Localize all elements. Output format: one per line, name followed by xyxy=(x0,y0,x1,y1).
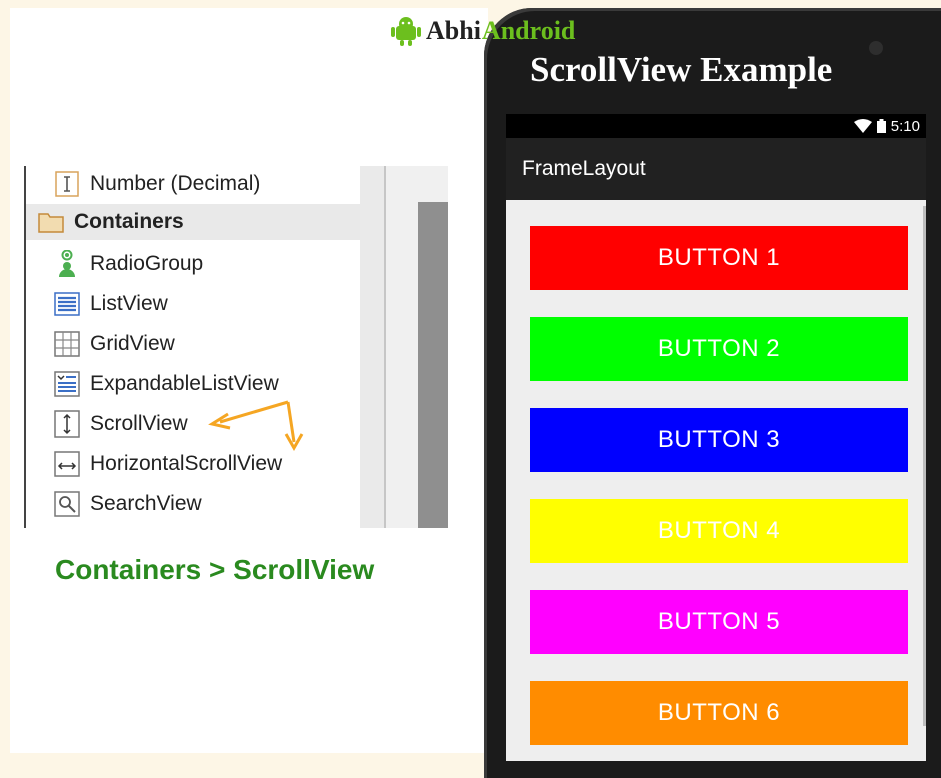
palette-item-searchview[interactable]: SearchView xyxy=(26,486,360,522)
button-2[interactable]: BUTTON 2 xyxy=(530,317,908,381)
horizontal-arrows-icon xyxy=(54,451,80,477)
abhiandroid-logo: Abhi Android xyxy=(390,14,575,48)
palette-category-label: Containers xyxy=(74,210,184,233)
palette-item-label: ListView xyxy=(90,292,168,315)
vertical-arrows-icon xyxy=(54,410,80,438)
editor-scrollbar[interactable] xyxy=(418,202,448,528)
status-time: 5:10 xyxy=(890,117,920,135)
action-bar-title: FrameLayout xyxy=(522,157,646,180)
palette-item-label: ScrollView xyxy=(90,412,188,435)
text-cursor-icon xyxy=(54,171,80,197)
radio-group-icon xyxy=(54,250,80,277)
palette-item-gridview[interactable]: GridView xyxy=(26,326,360,362)
palette-divider xyxy=(358,166,385,528)
battery-icon xyxy=(876,119,886,133)
palette-item-radiogroup[interactable]: RadioGroup xyxy=(26,246,360,282)
camera-icon xyxy=(869,41,883,55)
button-4[interactable]: BUTTON 4 xyxy=(530,499,908,563)
folder-icon xyxy=(38,209,64,235)
button-3[interactable]: BUTTON 3 xyxy=(530,408,908,472)
logo-text-android: Android xyxy=(481,16,576,45)
pointer-arrows xyxy=(208,400,304,452)
logo-text-abhi: Abhi xyxy=(426,16,481,45)
status-bar: 5:10 xyxy=(506,114,926,138)
caption-containers-scrollview: Containers > ScrollView xyxy=(55,554,375,585)
button-6[interactable]: BUTTON 6 xyxy=(530,681,908,745)
android-robot-icon xyxy=(391,17,421,46)
palette-category-containers[interactable]: Containers xyxy=(26,204,360,240)
palette-item-label: Number (Decimal) xyxy=(90,172,261,195)
grid-icon xyxy=(54,331,80,357)
phone-title: ScrollView Example xyxy=(530,50,833,89)
palette-item-listview[interactable]: ListView xyxy=(26,286,360,322)
button-5[interactable]: BUTTON 5 xyxy=(530,590,908,654)
palette-item-number-decimal[interactable]: Number (Decimal) xyxy=(26,166,360,202)
palette-item-label: RadioGroup xyxy=(90,252,204,275)
scrollview-content[interactable]: BUTTON 1 BUTTON 2 BUTTON 3 BUTTON 4 BUTT… xyxy=(506,200,926,761)
scrollview-scrollbar[interactable] xyxy=(923,206,926,726)
palette-item-label: GridView xyxy=(90,332,175,355)
widget-palette: Number (Decimal) Containers RadioGroup L… xyxy=(24,166,360,528)
wifi-icon xyxy=(853,119,872,133)
list-icon xyxy=(54,291,80,317)
magnifier-icon xyxy=(54,491,80,517)
palette-item-label: SearchView xyxy=(90,492,202,515)
button-1[interactable]: BUTTON 1 xyxy=(530,226,908,290)
action-bar: FrameLayout xyxy=(506,138,926,200)
expandable-list-icon xyxy=(54,371,80,397)
